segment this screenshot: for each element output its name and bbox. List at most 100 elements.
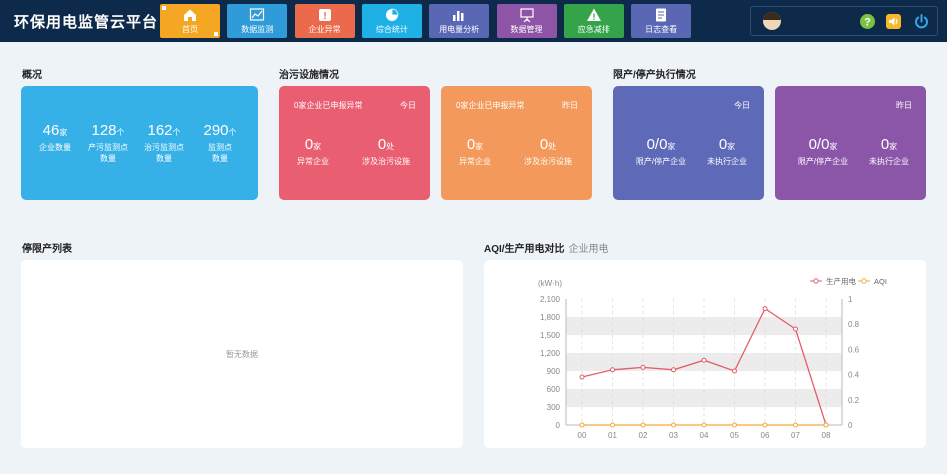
avatar[interactable] [763, 12, 781, 30]
data-point [762, 306, 768, 312]
y-tick-label: 1,200 [540, 349, 561, 358]
data-point [793, 326, 798, 332]
overview-title: 概况 [22, 70, 42, 81]
stat-label: 限产/停产企业 [635, 157, 687, 166]
top-bar: 环保用电监管云平台 首页 数据监测! 企业异常 综合统计 用电量分析 数据管理! 应急减排 日… [0, 0, 947, 42]
empty-state: 暂无数据 [226, 350, 258, 359]
stat-label: 监测点 [208, 143, 232, 152]
data-point [793, 422, 798, 428]
stat-label: 未执行企业 [869, 157, 909, 166]
nav-item-label: 数据管理 [510, 25, 543, 34]
svg-text:?: ? [864, 17, 871, 29]
stoplist-panel: 暂无数据 [21, 260, 463, 448]
legend-marker [861, 278, 867, 284]
nav-item-label: 用电量分析 [439, 25, 480, 34]
overview-card: 46家 企业数量 128个 产污监测点 数量 162个 治污监测点 数量 290个 监测点 数量 [21, 86, 258, 200]
y2-tick-label: 1 [848, 295, 853, 304]
stat-label: 企业数量 [39, 143, 71, 152]
facilities-yesterday-card: 0家企业已申报异常 昨日 0家 异常企业 0处 涉及治污设施 [441, 86, 592, 200]
stat-unit: 个 [172, 128, 181, 137]
y-axis-title: (kW·h) [538, 279, 562, 288]
user-box: ? [750, 6, 938, 36]
stat-unit: 家 [313, 142, 322, 151]
stat-label: 产污监测点 [88, 143, 128, 152]
execution-yesterday-unexecuted: 0家 未执行企业 [863, 136, 915, 167]
facilities-yesterday-header: 0家企业已申报异常 [456, 101, 525, 110]
data-point [610, 422, 615, 428]
stat-value: 0 [718, 136, 728, 153]
stat-unit: 家 [727, 142, 736, 151]
nav-item-5[interactable]: 数据管理 [496, 4, 557, 38]
y2-tick-label: 0.4 [848, 371, 860, 380]
x-tick-label: 02 [639, 431, 648, 440]
nav-item-label: 企业异常 [308, 25, 341, 34]
x-tick-label: 01 [608, 431, 617, 440]
x-tick-label: 00 [578, 431, 587, 440]
data-point [671, 367, 676, 373]
chart-monitor-icon [227, 4, 287, 25]
nav-item-1[interactable]: 数据监测 [227, 4, 288, 38]
app-title: 环保用电监管云平台 [14, 14, 159, 31]
nav-item-label: 应急减排 [577, 25, 610, 34]
stat-value: 0 [304, 136, 314, 153]
nav-item-7[interactable]: 日志查看 [631, 4, 692, 38]
facilities-today-abnormal: 0家 异常企业 [291, 136, 335, 167]
stat-label: 限产/停产企业 [797, 157, 849, 166]
stat-label: 未执行企业 [707, 157, 747, 166]
aqi-title-text: AQI/生产用电对比 [484, 244, 565, 255]
power-icon[interactable] [913, 13, 930, 30]
stat-label: 涉及治污设施 [362, 157, 410, 166]
data-point [671, 422, 676, 428]
sound-icon[interactable] [885, 13, 902, 30]
nav-item-4[interactable]: 用电量分析 [429, 4, 490, 38]
stat-unit: 个 [228, 128, 237, 137]
stat-unit: 家 [889, 142, 898, 151]
nav-item-label: 日志查看 [645, 25, 678, 34]
aqi-power-chart: (kW·h)03006009001,2001,5001,8002,10000.2… [538, 276, 887, 440]
y-tick-label: 2,100 [540, 295, 561, 304]
stat-unit: 家 [59, 128, 68, 137]
stat-value: 0/0 [808, 136, 830, 153]
svg-text:!: ! [323, 11, 326, 22]
stat-value: 128 [91, 122, 117, 139]
facilities-today-card: 0家企业已申报异常 今日 0家 异常企业 0处 涉及治污设施 [279, 86, 430, 200]
facilities-yesterday-period: 昨日 [562, 101, 578, 110]
y-tick-label: 300 [547, 403, 561, 412]
overview-stat: 46家企业数量 [27, 122, 83, 153]
aqi-chart-panel: (kW·h) 0 300 600 900 1,200 1,500 1,800 2,100 0 0.2… [484, 260, 926, 448]
y2-tick-label: 0 [848, 421, 853, 430]
x-tick-label: 04 [700, 431, 709, 440]
execution-today-unexecuted: 0家 未执行企业 [701, 136, 753, 167]
execution-yesterday-limited: 0/0家 限产/停产企业 [785, 136, 861, 167]
nav-item-0[interactable]: 首页 [160, 4, 220, 38]
stat-value: 290 [203, 122, 229, 139]
facilities-yesterday-devices: 0处 涉及治污设施 [513, 136, 583, 167]
x-tick-label: 08 [822, 431, 831, 440]
help-icon[interactable]: ? [859, 13, 876, 30]
nav-item-3[interactable]: 综合统计 [361, 4, 422, 38]
facilities-title: 治污设施情况 [279, 70, 339, 81]
warning-icon: ! [564, 4, 624, 25]
pie-chart-icon [362, 4, 422, 25]
y-tick-label: 0 [556, 421, 561, 430]
stat-value: 46 [42, 122, 60, 139]
stat-unit: 处 [548, 142, 557, 151]
stat-value: 0 [880, 136, 890, 153]
data-point [579, 374, 585, 380]
bar-chart-icon [429, 4, 489, 25]
data-point [762, 422, 768, 428]
aqi-subtitle[interactable]: 企业用电 [569, 244, 609, 255]
stat-value: 0 [466, 136, 476, 153]
stat-label: 治污监测点 [144, 143, 184, 152]
nav-item-6[interactable]: ! 应急减排 [563, 4, 624, 38]
presentation-icon [497, 4, 557, 25]
legend-label: AQI [874, 277, 887, 286]
x-tick-label: 06 [761, 431, 770, 440]
alert-user-icon: ! [295, 4, 355, 25]
stat-unit: 家 [829, 142, 838, 151]
stat-label: 异常企业 [297, 157, 329, 166]
x-tick-label: 05 [730, 431, 739, 440]
stat-label-line2: 数量 [212, 154, 228, 163]
stat-unit: 家 [667, 142, 676, 151]
nav-item-2[interactable]: ! 企业异常 [294, 4, 355, 38]
